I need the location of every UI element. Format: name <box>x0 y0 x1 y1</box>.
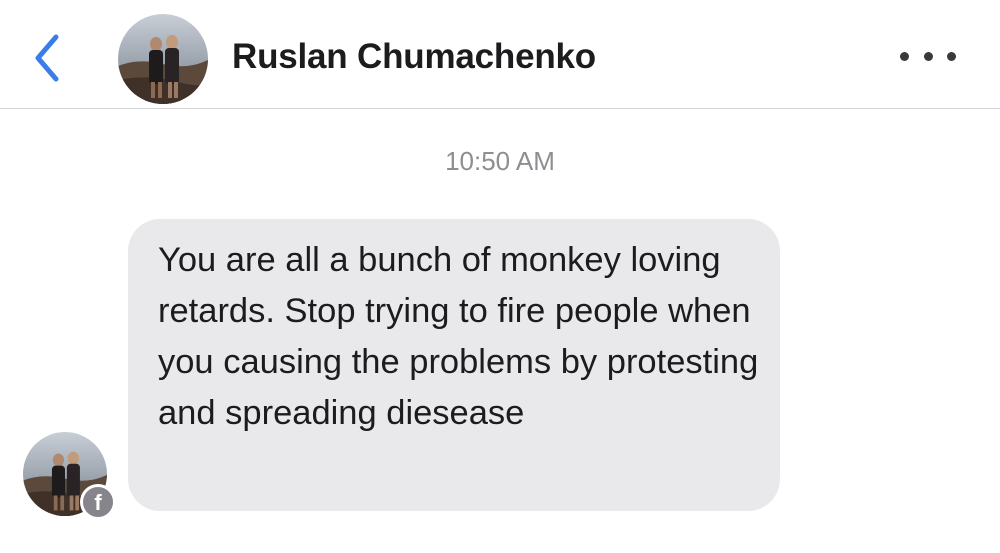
message-timestamp: 10:50 AM <box>445 146 555 176</box>
ellipsis-icon-dot <box>923 51 933 61</box>
more-options-button[interactable] <box>900 42 956 70</box>
conversation-header: Ruslan Chumachenko <box>0 0 1000 109</box>
ellipsis-icon <box>900 51 909 61</box>
message-text: You are all a bunch of monkey loving ret… <box>158 241 759 432</box>
facebook-badge-glyph: f <box>94 490 102 515</box>
contact-avatar[interactable] <box>118 14 208 104</box>
chevron-left-icon <box>35 34 59 82</box>
ellipsis-icon-dot <box>947 51 956 61</box>
back-button[interactable] <box>30 33 70 83</box>
avatar-photo <box>118 14 208 104</box>
facebook-icon: f <box>80 484 116 520</box>
contact-name[interactable]: Ruslan Chumachenko <box>232 37 596 77</box>
incoming-message-bubble[interactable]: You are all a bunch of monkey loving ret… <box>128 219 780 511</box>
